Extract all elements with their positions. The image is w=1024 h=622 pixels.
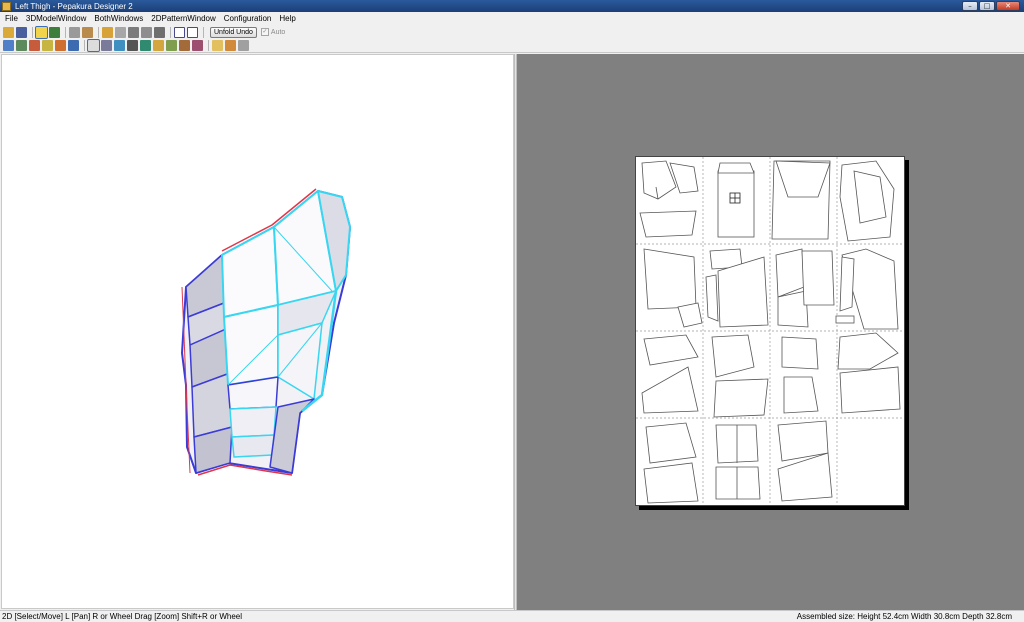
fold-icon[interactable] xyxy=(153,40,164,51)
window-icon[interactable] xyxy=(174,26,185,38)
open-icon[interactable] xyxy=(3,26,14,38)
pattern-parts[interactable] xyxy=(639,160,901,504)
toolbar-separator xyxy=(32,26,33,38)
toolbar-separator xyxy=(170,26,171,38)
text-icon[interactable] xyxy=(68,40,79,51)
arrange-icon[interactable] xyxy=(140,40,151,51)
rotate-icon[interactable] xyxy=(128,26,139,38)
save-icon[interactable] xyxy=(16,26,27,38)
status-bar: 2D [Select/Move] L [Pan] R or Wheel Drag… xyxy=(0,610,1024,622)
maximize-button[interactable]: □ xyxy=(979,1,995,11)
assembled-size: Assembled size: Height 52.4cm Width 30.8… xyxy=(796,612,1012,621)
title-bar: Left Thigh - Pepakura Designer 2 – □ ✕ xyxy=(0,0,1024,12)
pan-icon[interactable] xyxy=(16,40,27,51)
app-icon xyxy=(2,1,11,11)
auto-checkbox-label: Auto xyxy=(270,28,286,36)
page-icon[interactable] xyxy=(225,40,236,51)
menu-2dpatternwindow[interactable]: 2DPatternWindow xyxy=(148,14,220,23)
print-setup-icon[interactable] xyxy=(238,40,249,51)
export-icon[interactable] xyxy=(179,40,190,51)
select-icon[interactable] xyxy=(87,39,100,52)
unfold-icon[interactable] xyxy=(35,25,48,39)
logo-stamp xyxy=(729,192,741,204)
pattern-sheet-canvas[interactable] xyxy=(636,157,904,505)
toolbar-separator xyxy=(203,26,204,38)
menu-configuration[interactable]: Configuration xyxy=(221,14,277,23)
status-hint: 2D [Select/Move] L [Pan] R or Wheel Drag… xyxy=(2,612,243,621)
undo-flaps-icon[interactable] xyxy=(192,40,203,51)
toolbar-main: Unfold Undo ✓ Auto xyxy=(0,25,1024,39)
cube-icon[interactable] xyxy=(69,26,80,38)
pattern-sheet[interactable] xyxy=(635,156,905,506)
menu-3dmodelwindow[interactable]: 3DModelWindow xyxy=(23,14,91,23)
mirror-icon[interactable] xyxy=(141,26,152,38)
edge-icon[interactable] xyxy=(115,26,126,38)
minimize-button[interactable]: – xyxy=(962,1,978,11)
3d-model-canvas[interactable] xyxy=(2,55,515,610)
layout-icon[interactable] xyxy=(101,40,112,51)
pencil-icon[interactable] xyxy=(102,26,113,38)
unfold-undo-button[interactable]: Unfold Undo xyxy=(210,26,257,38)
thigh-armor-model xyxy=(181,188,351,476)
image-icon[interactable] xyxy=(55,40,66,51)
toolbar-separator xyxy=(65,26,66,38)
photo-icon[interactable] xyxy=(166,40,177,51)
menu-file[interactable]: File xyxy=(2,14,23,23)
3d-model-view[interactable] xyxy=(1,54,514,609)
window-title: Left Thigh - Pepakura Designer 2 xyxy=(15,1,133,11)
cube-side-icon[interactable] xyxy=(82,26,93,38)
menu-help[interactable]: Help xyxy=(276,14,300,23)
auto-checkbox[interactable]: ✓ Auto xyxy=(260,28,286,36)
toolbar-separator xyxy=(98,26,99,38)
textured-icon[interactable] xyxy=(49,26,60,38)
toolbar-tools xyxy=(0,39,1024,53)
menu-bar: File 3DModelWindow BothWindows 2DPattern… xyxy=(0,12,1024,24)
toolbar-separator xyxy=(208,40,209,51)
print-icon[interactable] xyxy=(212,40,223,51)
window-controls: – □ ✕ xyxy=(962,1,1020,11)
menu-bothwindows[interactable]: BothWindows xyxy=(91,14,148,23)
join-icon[interactable] xyxy=(127,40,138,51)
fit-icon[interactable] xyxy=(3,40,14,51)
line-icon[interactable] xyxy=(42,40,53,51)
checkmark-icon: ✓ xyxy=(260,28,269,36)
close-button[interactable]: ✕ xyxy=(996,1,1020,11)
window-wide-icon[interactable] xyxy=(187,26,198,38)
edit-icon[interactable] xyxy=(114,40,125,51)
brush-icon[interactable] xyxy=(29,40,40,51)
toolbar-separator xyxy=(84,40,85,51)
scale-icon[interactable] xyxy=(154,26,165,38)
